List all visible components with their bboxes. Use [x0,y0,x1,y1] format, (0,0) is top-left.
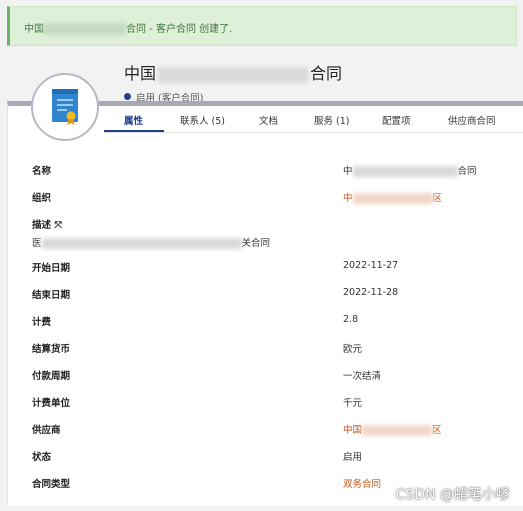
name-value: 中合同 [343,166,477,177]
tab-documents[interactable]: 文档 [259,113,278,127]
redacted-text [362,425,433,436]
org-link[interactable]: 中区 [343,190,442,204]
contract-avatar [31,73,99,141]
redacted-text [41,238,242,249]
success-banner: 中国 合同 - 客户合同 创建了. [7,6,517,46]
active-tab-indicator [104,130,164,132]
tab-config-items[interactable]: 配置项 [382,113,411,127]
tab-bar: 属性 联系人 (5) 文档 服务 (1) 配置项 供应商合同 [104,106,523,133]
contract-document-icon [52,89,78,125]
status-dot-icon [124,93,131,100]
tab-properties[interactable]: 属性 [124,113,143,127]
redacted-text [44,23,126,35]
expand-arrows-icon[interactable]: ⤧ [54,220,62,231]
redacted-text [352,193,433,204]
redacted-text [158,66,309,83]
csdn-watermark: CSDN @蜡笔小嗲 [395,487,510,503]
provider-link[interactable]: 中国区 [343,422,442,436]
banner-message: 中国 合同 - 客户合同 创建了. [24,23,233,35]
page-title: 中国 合同 [124,64,343,83]
tab-contacts[interactable]: 联系人 (5) [180,113,225,127]
details-panel: 属性 联系人 (5) 文档 服务 (1) 配置项 供应商合同 名称 中合同 组织… [7,101,523,506]
tab-provider-contracts[interactable]: 供应商合同 [448,113,496,127]
redacted-text [352,166,458,177]
tab-services[interactable]: 服务 (1) [314,113,349,127]
description-value: 医关合同 [32,238,271,249]
contract-type-link[interactable]: 双务合同 [343,476,381,490]
description-label: 描述 ⤧ [32,220,62,231]
page-header: 中国 合同 启用 (客户合同) [124,60,342,104]
